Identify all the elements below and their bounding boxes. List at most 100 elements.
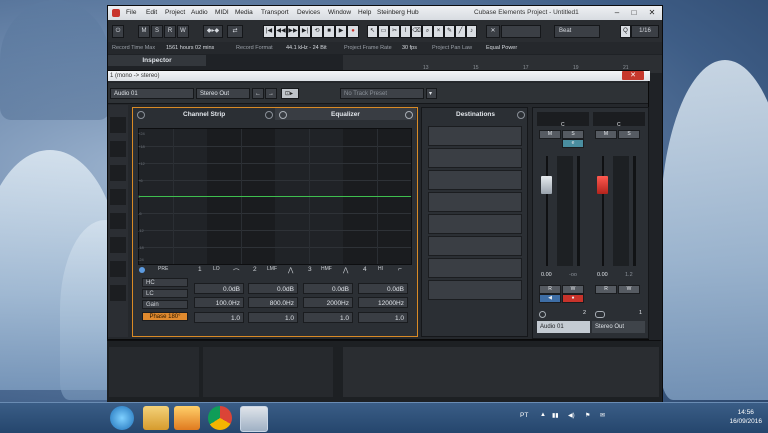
destination-slot[interactable] bbox=[428, 192, 522, 212]
split-tool-icon[interactable]: ✂ bbox=[389, 25, 400, 38]
menu-devices[interactable]: Devices bbox=[297, 9, 320, 16]
left-read-button[interactable]: R bbox=[539, 285, 561, 294]
left-volume-fader[interactable] bbox=[541, 176, 552, 194]
menu-file[interactable]: File bbox=[126, 9, 136, 16]
stop-icon[interactable]: ■ bbox=[323, 25, 335, 38]
right-volume-value[interactable]: 0.00 bbox=[597, 272, 608, 278]
right-volume-fader[interactable] bbox=[597, 176, 608, 194]
destination-slot[interactable] bbox=[428, 214, 522, 234]
media-player-icon[interactable] bbox=[174, 406, 200, 430]
glue-tool-icon[interactable]: ⌇ bbox=[400, 25, 411, 38]
automation-mode-button[interactable]: ◆▸◆ bbox=[203, 25, 223, 38]
insert-slot[interactable] bbox=[110, 141, 126, 157]
band-1-q[interactable]: 1.0 bbox=[194, 312, 244, 323]
destination-slot[interactable] bbox=[428, 258, 522, 278]
volume-icon[interactable]: ◀) bbox=[568, 412, 575, 419]
insert-slot[interactable] bbox=[110, 117, 126, 133]
dialog-close-button[interactable]: ✕ bbox=[622, 71, 644, 80]
equalizer-settings-icon[interactable] bbox=[405, 111, 413, 119]
destination-slot[interactable] bbox=[428, 280, 522, 300]
left-channel-power-icon[interactable] bbox=[539, 311, 546, 318]
insert-slot[interactable] bbox=[110, 213, 126, 229]
menu-window[interactable]: Window bbox=[328, 9, 351, 16]
left-solo-button[interactable]: S bbox=[562, 130, 584, 139]
menu-steinberg-hub[interactable]: Steinberg Hub bbox=[377, 9, 419, 16]
chrome-icon[interactable] bbox=[208, 406, 232, 430]
rewind-icon[interactable]: ◀◀ bbox=[275, 25, 287, 38]
pointer-tool-icon[interactable]: ↖ bbox=[367, 25, 378, 38]
language-indicator[interactable]: PT bbox=[520, 412, 528, 419]
forward-icon[interactable]: ▶▶ bbox=[287, 25, 299, 38]
erase-tool-icon[interactable]: ⌫ bbox=[411, 25, 422, 38]
file-explorer-icon[interactable] bbox=[143, 406, 169, 430]
mode-w-button[interactable]: W bbox=[177, 25, 189, 38]
lc-button[interactable]: LC bbox=[142, 289, 188, 298]
equalizer-power-icon[interactable] bbox=[279, 111, 287, 119]
eq-enable-icon[interactable] bbox=[139, 267, 145, 273]
menu-transport[interactable]: Transport bbox=[261, 9, 289, 16]
band-4-q[interactable]: 1.0 bbox=[358, 312, 408, 323]
draw-tool-icon[interactable]: ✎ bbox=[444, 25, 455, 38]
start-button-icon[interactable] bbox=[110, 406, 134, 430]
cubase-taskbar-icon[interactable] bbox=[240, 406, 268, 432]
destinations-settings-icon[interactable] bbox=[517, 111, 525, 119]
cycle-icon[interactable]: ⟲ bbox=[311, 25, 323, 38]
right-channel-link-icon[interactable] bbox=[595, 311, 605, 318]
mode-r-button[interactable]: R bbox=[164, 25, 176, 38]
band-2-shape-icon[interactable]: ⋀ bbox=[288, 266, 293, 274]
insert-slot[interactable] bbox=[110, 165, 126, 181]
band-4-gain[interactable]: 0.0dB bbox=[358, 283, 408, 294]
go-to-start-icon[interactable]: |◀ bbox=[263, 25, 275, 38]
quantize-select[interactable]: 1/16 bbox=[631, 25, 659, 38]
mute-tool-icon[interactable]: × bbox=[433, 25, 444, 38]
action-center-icon[interactable]: ⚑ bbox=[585, 412, 590, 419]
network-icon[interactable]: ▮▮ bbox=[552, 412, 559, 419]
range-tool-icon[interactable]: ▭ bbox=[378, 25, 389, 38]
phase-180-button[interactable]: Phase 180° bbox=[142, 312, 188, 321]
tray-app-icon[interactable]: ✉ bbox=[600, 412, 605, 419]
snap-value-select[interactable]: Beat bbox=[554, 25, 600, 38]
band-3-q[interactable]: 1.0 bbox=[303, 312, 353, 323]
link-channels-button[interactable]: ⊡▸ bbox=[281, 88, 299, 99]
band-2-q[interactable]: 1.0 bbox=[248, 312, 298, 323]
destination-slot[interactable] bbox=[428, 126, 522, 146]
grid-type-select[interactable] bbox=[501, 25, 541, 38]
menu-project[interactable]: Project bbox=[165, 9, 185, 16]
line-tool-icon[interactable]: ╱ bbox=[455, 25, 466, 38]
destination-slot[interactable] bbox=[428, 236, 522, 256]
autoscroll-icon[interactable]: ⇄ bbox=[227, 25, 243, 38]
previous-channel-button[interactable]: ← bbox=[252, 88, 264, 99]
track-preset-select[interactable]: No Track Preset bbox=[340, 88, 424, 99]
left-write-button[interactable]: W bbox=[562, 285, 584, 294]
gain-control[interactable]: Gain bbox=[142, 300, 188, 309]
maximize-button[interactable]: □ bbox=[625, 7, 643, 18]
channel-name-field[interactable]: Audio 01 bbox=[110, 88, 194, 99]
play-tool-icon[interactable]: ♪ bbox=[466, 25, 477, 38]
inspector-title[interactable]: Inspector bbox=[108, 55, 206, 66]
right-channel-name[interactable]: Stereo Out bbox=[592, 321, 645, 333]
insert-slot[interactable] bbox=[110, 237, 126, 253]
menu-audio[interactable]: Audio bbox=[191, 9, 208, 16]
menu-midi[interactable]: MIDI bbox=[215, 9, 229, 16]
destination-slot[interactable] bbox=[428, 170, 522, 190]
channel-strip-title[interactable]: Channel Strip bbox=[183, 111, 225, 118]
play-icon[interactable]: ▶ bbox=[335, 25, 347, 38]
right-write-button[interactable]: W bbox=[618, 285, 640, 294]
destinations-title[interactable]: Destinations bbox=[456, 111, 495, 118]
band-4-shape-icon[interactable]: ⌐ bbox=[398, 266, 402, 273]
activate-project-button[interactable]: ⏻ bbox=[112, 25, 124, 38]
taskbar-clock[interactable]: 14:56 16/09/2016 bbox=[729, 408, 762, 426]
hc-button[interactable]: HC bbox=[142, 278, 188, 287]
band-3-gain[interactable]: 0.0dB bbox=[303, 283, 353, 294]
record-icon[interactable]: ● bbox=[347, 25, 359, 38]
left-monitor-button[interactable]: ◀ bbox=[539, 294, 561, 303]
band-1-shape-icon[interactable]: ⌒ bbox=[233, 266, 240, 276]
quantize-icon[interactable]: Q bbox=[620, 25, 631, 38]
right-read-button[interactable]: R bbox=[595, 285, 617, 294]
next-channel-button[interactable]: → bbox=[265, 88, 277, 99]
eq-curve-display[interactable]: +24 +18 +12 +6 0 -6 -12 -18 -24 bbox=[138, 128, 412, 265]
mode-s-button[interactable]: S bbox=[151, 25, 163, 38]
band-4-freq[interactable]: 12000Hz bbox=[358, 297, 408, 308]
left-edit-button[interactable]: e bbox=[562, 139, 584, 148]
zoom-tool-icon[interactable]: ⌕ bbox=[422, 25, 433, 38]
